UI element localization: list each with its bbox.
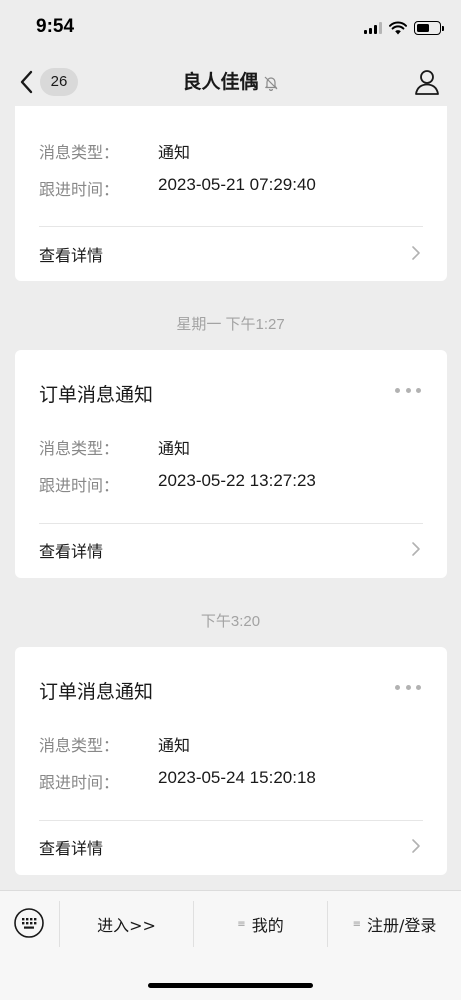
battery-icon — [414, 21, 444, 35]
card-divider — [39, 820, 423, 821]
message-timestamp: 星期一 下午1:27 — [176, 316, 285, 333]
submenu-icon: ≡ — [352, 918, 361, 930]
view-details-link[interactable]: 查看详情 — [39, 538, 103, 562]
message-timestamp: 下午3:20 — [200, 613, 261, 630]
message-type-value: 通知 — [158, 439, 191, 458]
card-divider — [39, 226, 423, 227]
submenu-icon: ≡ — [237, 918, 246, 930]
menu-item-label: 进入>> — [97, 916, 156, 935]
more-dots-icon[interactable] — [395, 685, 421, 691]
status-bar: 9:54 — [0, 0, 461, 58]
keyboard-icon[interactable] — [13, 907, 45, 939]
status-time: 9:54 — [36, 16, 75, 37]
message-type-value: 通知 — [158, 736, 191, 755]
view-details-link[interactable]: 查看详情 — [39, 242, 103, 266]
message-list[interactable]: 消息类型： 通知 跟进时间： 2023-05-21 07:29:40 查看详情 … — [0, 106, 461, 890]
card-divider — [39, 523, 423, 524]
message-type-label: 消息类型： — [39, 439, 120, 458]
more-dots-icon[interactable] — [395, 388, 421, 394]
wifi-icon — [389, 21, 407, 35]
view-details-link[interactable]: 查看详情 — [39, 835, 103, 859]
menu-item-label: 我的 — [251, 916, 284, 935]
menu-item-enter[interactable]: 进入>> — [60, 899, 193, 949]
nav-bar: 26 良人佳偶 — [0, 58, 461, 106]
home-indicator[interactable] — [148, 983, 313, 988]
message-card: 订单消息通知 消息类型： 通知 跟进时间： 2023-05-22 13:27:2… — [15, 350, 447, 578]
cellular-signal-icon — [364, 22, 382, 34]
menu-item-register-login[interactable]: ≡ 注册/登录 — [328, 899, 461, 949]
menu-item-mine[interactable]: ≡ 我的 — [194, 899, 327, 949]
page-title: 良人佳偶 — [182, 71, 259, 93]
card-title: 订单消息通知 — [39, 681, 154, 703]
follow-time-label: 跟进时间： — [39, 180, 120, 199]
message-type-label: 消息类型： — [39, 143, 120, 162]
chevron-right-icon[interactable] — [411, 541, 421, 557]
chevron-right-icon[interactable] — [411, 245, 421, 261]
follow-time-label: 跟进时间： — [39, 773, 120, 792]
chevron-right-icon[interactable] — [411, 838, 421, 854]
bell-off-icon — [264, 76, 277, 91]
message-card: 订单消息通知 消息类型： 通知 跟进时间： 2023-05-24 15:20:1… — [15, 647, 447, 875]
message-card: 消息类型： 通知 跟进时间： 2023-05-21 07:29:40 查看详情 — [15, 106, 447, 281]
follow-time-value: 2023-05-22 13:27:23 — [158, 471, 316, 490]
follow-time-value: 2023-05-21 07:29:40 — [158, 175, 316, 194]
person-icon[interactable] — [413, 68, 441, 96]
follow-time-value: 2023-05-24 15:20:18 — [158, 768, 316, 787]
card-title: 订单消息通知 — [39, 384, 154, 406]
nav-title-container: 良人佳偶 — [0, 68, 461, 96]
follow-time-label: 跟进时间： — [39, 476, 120, 495]
status-icons — [364, 20, 444, 36]
menu-item-label: 注册/登录 — [366, 916, 437, 935]
message-type-value: 通知 — [158, 143, 191, 162]
message-type-label: 消息类型： — [39, 736, 120, 755]
